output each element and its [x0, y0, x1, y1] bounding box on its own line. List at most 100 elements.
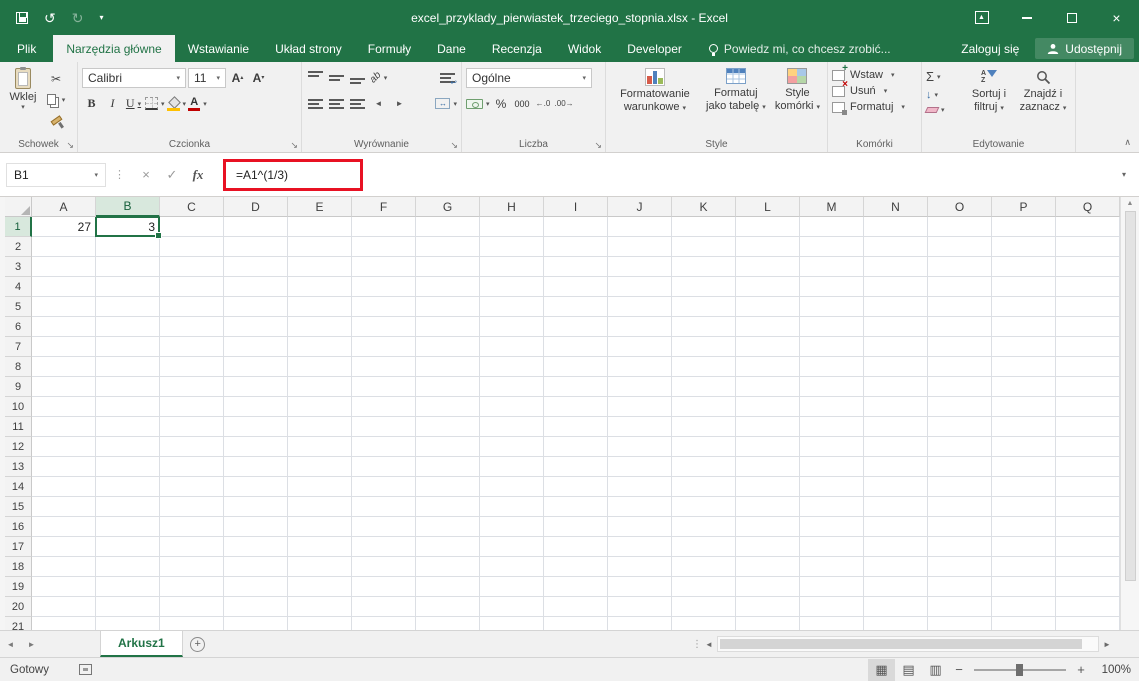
cell-O16[interactable]	[928, 517, 992, 537]
font-color-button[interactable]: A	[188, 94, 207, 113]
find-select-button[interactable]: Znajdź i zaznacz	[1016, 66, 1070, 135]
cell-M17[interactable]	[800, 537, 864, 557]
row-header-5[interactable]: 5	[5, 297, 32, 317]
cell-G2[interactable]	[416, 237, 480, 257]
cell-B15[interactable]	[96, 497, 160, 517]
cell-I2[interactable]	[544, 237, 608, 257]
tab-recenzja[interactable]: Recenzja	[479, 35, 555, 62]
cell-Q11[interactable]	[1056, 417, 1120, 437]
cell-H17[interactable]	[480, 537, 544, 557]
cell-I11[interactable]	[544, 417, 608, 437]
page-layout-view-icon[interactable]: ▤	[895, 659, 922, 681]
cell-H7[interactable]	[480, 337, 544, 357]
increase-decimal-button[interactable]	[534, 94, 553, 113]
minimize-button[interactable]	[1004, 0, 1049, 35]
cell-A6[interactable]	[32, 317, 96, 337]
row-header-20[interactable]: 20	[5, 597, 32, 617]
cell-O5[interactable]	[928, 297, 992, 317]
cell-H6[interactable]	[480, 317, 544, 337]
cell-A13[interactable]	[32, 457, 96, 477]
cell-P14[interactable]	[992, 477, 1056, 497]
cell-G19[interactable]	[416, 577, 480, 597]
cell-B12[interactable]	[96, 437, 160, 457]
cell-O4[interactable]	[928, 277, 992, 297]
cell-C2[interactable]	[160, 237, 224, 257]
clipboard-dialog-launcher-icon[interactable]: ↘	[66, 141, 74, 150]
row-header-17[interactable]: 17	[5, 537, 32, 557]
cell-N21[interactable]	[864, 617, 928, 630]
wrap-text-button[interactable]	[438, 68, 457, 87]
cell-N19[interactable]	[864, 577, 928, 597]
tab-widok[interactable]: Widok	[555, 35, 614, 62]
cell-E20[interactable]	[288, 597, 352, 617]
cell-L14[interactable]	[736, 477, 800, 497]
row-header-9[interactable]: 9	[5, 377, 32, 397]
cell-I7[interactable]	[544, 337, 608, 357]
cell-E5[interactable]	[288, 297, 352, 317]
cell-P19[interactable]	[992, 577, 1056, 597]
cell-C5[interactable]	[160, 297, 224, 317]
cell-D18[interactable]	[224, 557, 288, 577]
cell-M5[interactable]	[800, 297, 864, 317]
percent-style-button[interactable]: %	[492, 94, 511, 113]
maximize-button[interactable]	[1049, 0, 1094, 35]
align-right-button[interactable]	[348, 94, 367, 113]
cell-N4[interactable]	[864, 277, 928, 297]
cell-F11[interactable]	[352, 417, 416, 437]
cell-P21[interactable]	[992, 617, 1056, 630]
cell-J14[interactable]	[608, 477, 672, 497]
cell-F12[interactable]	[352, 437, 416, 457]
increase-indent-button[interactable]: ►	[390, 94, 409, 113]
cell-J15[interactable]	[608, 497, 672, 517]
align-top-button[interactable]	[306, 68, 325, 87]
row-header-2[interactable]: 2	[5, 237, 32, 257]
row-header-15[interactable]: 15	[5, 497, 32, 517]
cell-J4[interactable]	[608, 277, 672, 297]
cell-O14[interactable]	[928, 477, 992, 497]
cell-M4[interactable]	[800, 277, 864, 297]
cell-D21[interactable]	[224, 617, 288, 630]
row-header-13[interactable]: 13	[5, 457, 32, 477]
cell-F4[interactable]	[352, 277, 416, 297]
cell-G1[interactable]	[416, 217, 480, 237]
font-size-select[interactable]: 11	[188, 68, 226, 88]
cell-J19[interactable]	[608, 577, 672, 597]
cell-P10[interactable]	[992, 397, 1056, 417]
ribbon-display-options-button[interactable]: ▲	[959, 0, 1004, 35]
formula-input[interactable]: =A1^(1/3)	[211, 159, 1109, 191]
cell-H9[interactable]	[480, 377, 544, 397]
cell-C1[interactable]	[160, 217, 224, 237]
cell-K5[interactable]	[672, 297, 736, 317]
cell-N12[interactable]	[864, 437, 928, 457]
cell-H11[interactable]	[480, 417, 544, 437]
cell-I8[interactable]	[544, 357, 608, 377]
cell-K17[interactable]	[672, 537, 736, 557]
qat-customize-icon[interactable]: ▾	[99, 14, 103, 22]
decrease-indent-button[interactable]: ◄	[369, 94, 388, 113]
cell-I19[interactable]	[544, 577, 608, 597]
cell-P15[interactable]	[992, 497, 1056, 517]
cell-O10[interactable]	[928, 397, 992, 417]
formula-bar-expand-icon[interactable]: ▾	[1109, 170, 1139, 179]
cell-B16[interactable]	[96, 517, 160, 537]
cell-F6[interactable]	[352, 317, 416, 337]
cell-B11[interactable]	[96, 417, 160, 437]
cell-C21[interactable]	[160, 617, 224, 630]
cell-Q13[interactable]	[1056, 457, 1120, 477]
align-middle-button[interactable]	[327, 68, 346, 87]
cell-M11[interactable]	[800, 417, 864, 437]
row-header-19[interactable]: 19	[5, 577, 32, 597]
format-painter-button[interactable]	[45, 112, 67, 129]
column-header-Q[interactable]: Q	[1056, 197, 1120, 217]
sheet-tab-arkusz1[interactable]: Arkusz1	[100, 631, 183, 657]
cell-G18[interactable]	[416, 557, 480, 577]
cell-H3[interactable]	[480, 257, 544, 277]
cell-D4[interactable]	[224, 277, 288, 297]
cell-N15[interactable]	[864, 497, 928, 517]
cell-H14[interactable]	[480, 477, 544, 497]
column-header-P[interactable]: P	[992, 197, 1056, 217]
cell-I21[interactable]	[544, 617, 608, 630]
sheet-nav-right-icon[interactable]: ►	[21, 631, 42, 657]
cell-N20[interactable]	[864, 597, 928, 617]
cell-Q16[interactable]	[1056, 517, 1120, 537]
